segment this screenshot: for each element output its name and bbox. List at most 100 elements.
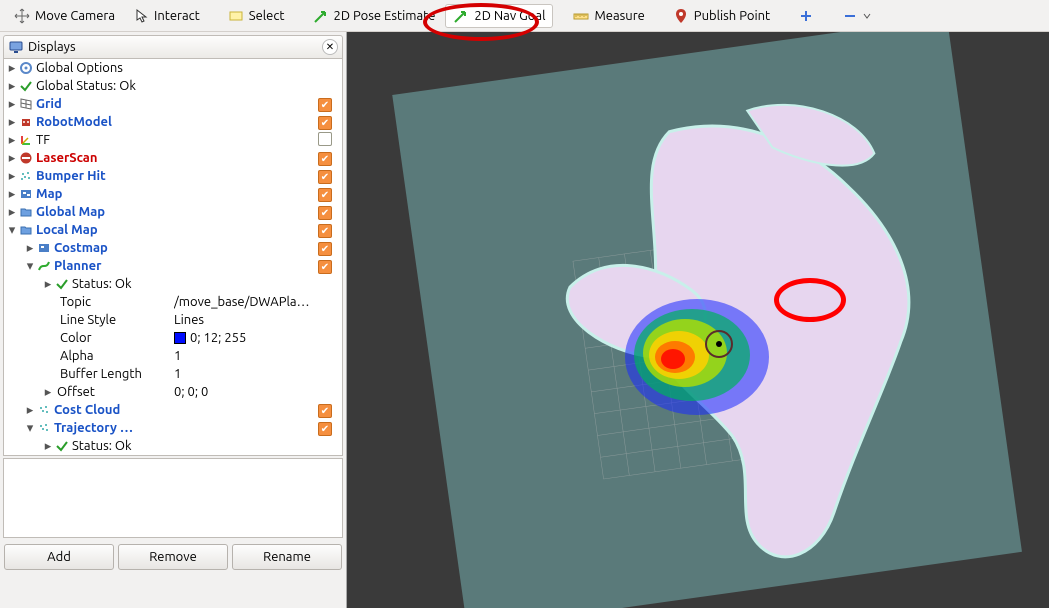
select-label: Select [249,9,285,23]
tree-item-global-map[interactable]: ▸ Global Map [4,203,342,221]
tree-item-map[interactable]: ▸ Map [4,185,342,203]
publish-point-label: Publish Point [694,9,770,23]
prop-value[interactable]: 0; 0; 0 [174,385,342,399]
visibility-checkbox[interactable] [318,188,332,202]
tree-item-bumper-hit[interactable]: ▸ Bumper Hit [4,167,342,185]
3d-viewport[interactable] [347,32,1049,608]
expand-icon[interactable]: ▸ [6,134,18,146]
visibility-checkbox[interactable] [318,116,332,130]
displays-tree[interactable]: ▸ Global Options ▸ Global Status: Ok ▸ G… [3,59,343,456]
collapse-icon[interactable]: ▾ [24,260,36,272]
collapse-icon[interactable]: ▾ [24,422,36,434]
tree-prop-offset[interactable]: ▸ Offset 0; 0; 0 [4,383,342,401]
interact-button[interactable]: Interact [125,4,208,28]
pose-estimate-label: 2D Pose Estimate [334,9,436,23]
map-icon [36,240,52,256]
visibility-checkbox[interactable] [318,98,332,112]
tree-label: Trajectory … [54,421,133,435]
collapse-icon[interactable]: ▾ [6,224,18,236]
tree-label: Cost Cloud [54,403,120,417]
tree-prop-linestyle[interactable]: Line Style Lines [4,311,342,329]
publish-point-button[interactable]: Publish Point [665,4,778,28]
add-display-button[interactable] [790,4,822,28]
arrow-green-icon [313,8,329,24]
prop-value[interactable]: 0; 12; 255 [174,331,342,345]
visibility-checkbox[interactable] [318,242,332,256]
tree-item-robotmodel[interactable]: ▸ RobotModel [4,113,342,131]
folder-icon [18,204,34,220]
chevron-down-icon [863,8,871,24]
tree-item-planner[interactable]: ▾ Planner [4,257,342,275]
expand-icon[interactable]: ▸ [42,387,54,399]
expand-icon[interactable]: ▸ [24,242,36,254]
expand-icon[interactable]: ▸ [42,278,54,290]
tree-label: Global Options [36,61,123,75]
gear-icon [18,60,34,76]
map-icon [18,186,34,202]
tree-label: Global Map [36,205,105,219]
expand-icon[interactable]: ▸ [6,62,18,74]
prop-name: Line Style [60,313,116,327]
prop-name: Alpha [60,349,94,363]
expand-icon[interactable]: ▸ [6,152,18,164]
tree-item-planner-status[interactable]: ▸ Status: Ok [4,275,342,293]
prop-value[interactable]: Lines [174,313,342,327]
expand-icon[interactable]: ▸ [6,188,18,200]
expand-icon[interactable]: ▸ [24,404,36,416]
grid-icon [18,96,34,112]
visibility-checkbox[interactable] [318,152,332,166]
prop-value[interactable]: /move_base/DWAPla… [174,295,342,309]
tree-item-global-options[interactable]: ▸ Global Options [4,59,342,77]
tree-prop-buflen[interactable]: Buffer Length 1 [4,365,342,383]
path-icon [36,258,52,274]
tree-label: Status: Ok [72,439,132,453]
measure-button[interactable]: Measure [565,4,652,28]
panel-close-button[interactable]: ✕ [322,39,338,55]
plus-icon [798,8,814,24]
check-icon [18,78,34,94]
select-button[interactable]: Select [220,4,293,28]
tree-item-trajectory-status[interactable]: ▸ Status: Ok [4,437,342,455]
main-toolbar: Move Camera Interact Select 2D Pose Esti… [0,0,1049,32]
measure-label: Measure [594,9,644,23]
pointcloud-icon [36,402,52,418]
visibility-checkbox[interactable] [318,224,332,238]
expand-icon[interactable]: ▸ [6,116,18,128]
tree-prop-alpha[interactable]: Alpha 1 [4,347,342,365]
tree-label: Costmap [54,241,108,255]
tree-prop-color[interactable]: Color 0; 12; 255 [4,329,342,347]
remove-button[interactable]: Remove [118,544,228,570]
expand-icon[interactable]: ▸ [42,440,54,452]
nav-goal-label: 2D Nav Goal [474,9,545,23]
expand-icon[interactable]: ▸ [6,170,18,182]
expand-icon[interactable]: ▸ [6,98,18,110]
rename-button[interactable]: Rename [232,544,342,570]
panel-title: Displays [28,40,322,54]
prop-value[interactable]: 1 [174,367,342,381]
move-camera-button[interactable]: Move Camera [6,4,123,28]
tree-item-costmap[interactable]: ▸ Costmap [4,239,342,257]
tree-item-local-map[interactable]: ▾ Local Map [4,221,342,239]
tree-item-laserscan[interactable]: ▸ LaserScan [4,149,342,167]
select-icon [228,8,244,24]
visibility-checkbox[interactable] [318,206,332,220]
visibility-checkbox[interactable] [318,170,332,184]
visibility-checkbox[interactable] [318,422,332,436]
visibility-checkbox[interactable] [318,260,332,274]
tree-prop-topic[interactable]: Topic /move_base/DWAPla… [4,293,342,311]
prop-value[interactable]: 1 [174,349,342,363]
add-button[interactable]: Add [4,544,114,570]
tree-item-global-status[interactable]: ▸ Global Status: Ok [4,77,342,95]
remove-display-button[interactable] [834,4,879,28]
nav-goal-button[interactable]: 2D Nav Goal [445,4,553,28]
expand-icon[interactable]: ▸ [6,206,18,218]
visibility-checkbox[interactable] [318,404,332,418]
tree-item-trajectory[interactable]: ▾ Trajectory … [4,419,342,437]
pose-estimate-button[interactable]: 2D Pose Estimate [305,4,444,28]
pointcloud-icon [18,168,34,184]
expand-icon[interactable]: ▸ [6,80,18,92]
tree-item-cost-cloud[interactable]: ▸ Cost Cloud [4,401,342,419]
visibility-checkbox[interactable] [318,132,332,146]
tree-item-tf[interactable]: ▸ TF [4,131,342,149]
tree-item-grid[interactable]: ▸ Grid [4,95,342,113]
